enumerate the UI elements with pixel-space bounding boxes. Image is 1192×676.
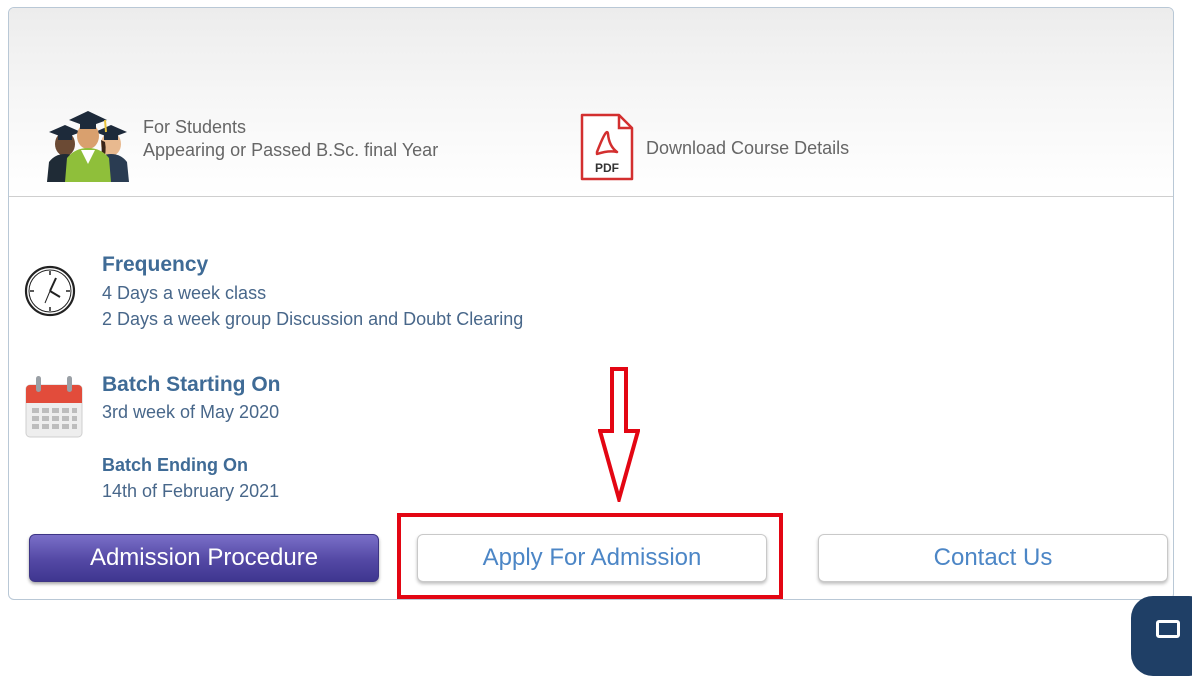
graduation-students-icon xyxy=(47,111,129,182)
down-arrow-annotation xyxy=(598,367,640,502)
eligibility-line-2: Appearing or Passed B.Sc. final Year xyxy=(143,140,439,160)
pdf-file-icon[interactable]: PDF xyxy=(579,112,635,182)
course-info-card: For Students Appearing or Passed B.Sc. f… xyxy=(8,7,1174,600)
batch-start-heading: Batch Starting On xyxy=(102,373,281,396)
admission-procedure-button[interactable]: Admission Procedure xyxy=(29,534,379,582)
apply-highlight-box xyxy=(397,513,783,599)
clock-icon xyxy=(24,265,76,317)
eligibility-text: For Students Appearing or Passed B.Sc. f… xyxy=(143,116,438,162)
eligibility-line-1: For Students xyxy=(143,117,247,137)
download-course-details-link[interactable]: Download Course Details xyxy=(646,137,849,160)
frequency-line-2: 2 Days a week group Discussion and Doubt… xyxy=(102,309,524,329)
chat-icon xyxy=(1156,620,1180,638)
pdf-label: PDF xyxy=(595,161,619,175)
calendar-icon xyxy=(25,376,83,438)
frequency-line-1: 4 Days a week class xyxy=(102,283,267,303)
batch-end-heading: Batch Ending On xyxy=(102,455,248,475)
batch-start-value: 3rd week of May 2020 xyxy=(102,402,280,422)
contact-us-button[interactable]: Contact Us xyxy=(818,534,1168,582)
batch-end-value: 14th of February 2021 xyxy=(102,481,280,501)
frequency-heading: Frequency xyxy=(102,253,209,276)
